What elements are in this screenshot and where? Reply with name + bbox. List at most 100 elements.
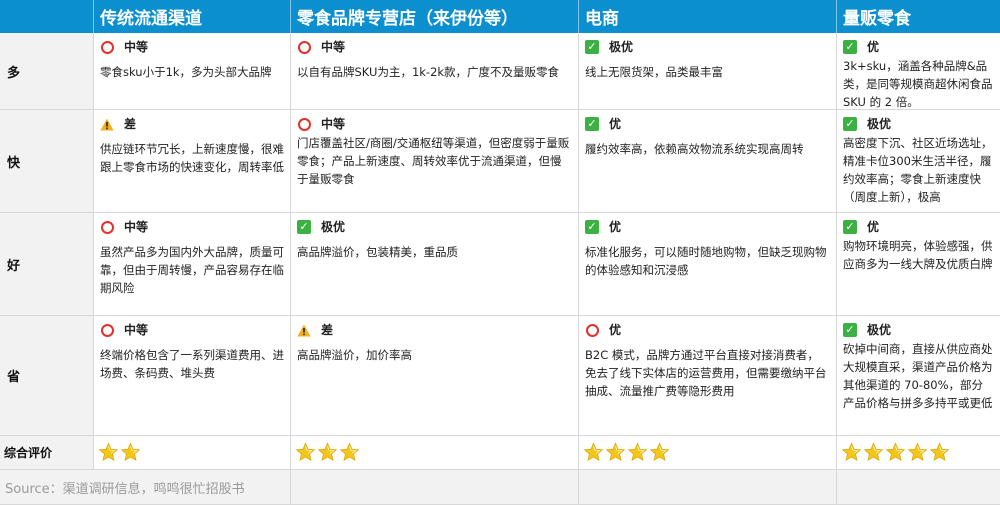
table-cell: ✓ 优履约效率高，依赖高效物流系统实现高周转 [579, 110, 837, 213]
table-cell: 差高品牌溢价，加价率高 [291, 316, 579, 436]
star-rating [837, 436, 1000, 470]
rating-label: 极优 [867, 117, 892, 131]
star-rating [291, 436, 579, 470]
rating: ✓ 极优 [297, 219, 572, 235]
table-cell: ✓ 优标准化服务，可以随时随地购物，但缺乏现购物的体验感知和沉浸感 [579, 213, 837, 316]
cell-description: 标准化服务，可以随时随地购物，但缺乏现购物的体验感知和沉浸感 [585, 245, 827, 277]
rating-label: 优 [609, 117, 622, 131]
rating: ✓ 优 [585, 116, 830, 132]
rating: 差 [100, 116, 284, 132]
check-mark-icon: ✓ [843, 40, 857, 54]
cell-description: 门店覆盖社区/商圈/交通枢纽等渠道，但密度弱于量贩零食；产品上新速度、周转效率优… [297, 136, 570, 186]
star-icon [339, 442, 360, 463]
star-icon [295, 442, 316, 463]
star-icon [885, 442, 906, 463]
rating-label: 优 [609, 220, 622, 234]
table-cell: ✓ 优 3k+sku，涵盖各种品牌&品类，是同等规模商超休闲食品 SKU 的 2 倍… [837, 33, 1000, 110]
warning-icon [297, 323, 311, 337]
rating-label: 中等 [124, 323, 149, 337]
rating-label: 极优 [867, 323, 892, 337]
rating-label: 优 [609, 323, 622, 337]
source-note: Source：渠道调研信息，鸣鸣很忙招股书 [0, 470, 291, 505]
table-cell: 中等虽然产品多为国内外大品牌，质量可靠，但由于周转慢，产品容易存在临期风险 [94, 213, 291, 316]
table-cell: ✓ 极优砍掉中间商，直接从供应商处大规模直采，渠道产品价格为其他渠道的 70-80… [837, 316, 1000, 436]
rating: ✓ 极优 [843, 116, 994, 132]
cell-description: 虽然产品多为国内外大品牌，质量可靠，但由于周转慢，产品容易存在临期风险 [100, 245, 284, 295]
star-icon [841, 442, 862, 463]
star-icon [907, 442, 928, 463]
check-mark-icon: ✓ [585, 220, 599, 234]
warning-icon [100, 117, 114, 131]
red-circle-icon [100, 220, 114, 234]
table-cell: 中等门店覆盖社区/商圈/交通枢纽等渠道，但密度弱于量贩零食；产品上新速度、周转效… [291, 110, 579, 213]
rating-label: 中等 [124, 220, 149, 234]
star-icon [929, 442, 950, 463]
cell-description: 供应链环节冗长，上新速度慢，很难跟上零食市场的快速变化，周转率低 [100, 142, 284, 174]
table-cell: ✓ 优购物环境明亮，体验感强，供应商多为一线大牌及优质白牌 [837, 213, 1000, 316]
rating: 中等 [100, 322, 284, 338]
rating: ✓ 极优 [585, 39, 830, 55]
check-mark-icon: ✓ [297, 220, 311, 234]
header-ecommerce: 电商 [579, 0, 837, 33]
rating-label: 极优 [321, 220, 346, 234]
red-circle-icon [297, 117, 311, 131]
cell-description: 线上无限货架，品类最丰富 [585, 65, 723, 79]
star-icon [98, 442, 119, 463]
rating-label: 极优 [609, 40, 634, 54]
table-cell: 差供应链环节冗长，上新速度慢，很难跟上零食市场的快速变化，周转率低 [94, 110, 291, 213]
star-rating [579, 436, 837, 470]
star-rating [94, 436, 291, 470]
rating-label: 差 [124, 117, 137, 131]
empty-cell [837, 470, 1000, 505]
cell-description: 3k+sku，涵盖各种品牌&品类，是同等规模商超休闲食品 SKU 的 2 倍。 [843, 59, 993, 109]
star-icon [317, 442, 338, 463]
check-mark-icon: ✓ [843, 323, 857, 337]
rating-label: 优 [867, 220, 880, 234]
rating: 差 [297, 322, 572, 338]
rating: ✓ 优 [843, 219, 994, 235]
rating: 中等 [297, 116, 572, 132]
empty-cell [291, 470, 579, 505]
check-mark-icon: ✓ [843, 117, 857, 131]
cell-description: 以自有品牌SKU为主，1k-2k款，广度不及量贩零食 [297, 65, 560, 79]
header-bulk-snack: 量贩零食 [837, 0, 1000, 33]
red-circle-icon [585, 323, 599, 337]
rating: 中等 [100, 39, 284, 55]
star-icon [649, 442, 670, 463]
cell-description: B2C 模式，品牌方通过平台直接对接消费者，免去了线下实体店的运营费用，但需要缴… [585, 348, 827, 398]
cell-description: 砍掉中间商，直接从供应商处大规模直采，渠道产品价格为其他渠道的 70-80%，部… [843, 342, 993, 410]
rating-label: 差 [321, 323, 334, 337]
header-traditional: 传统流通渠道 [94, 0, 291, 33]
cell-description: 购物环境明亮，体验感强，供应商多为一线大牌及优质白牌 [843, 239, 993, 271]
table-cell: 中等终端价格包含了一系列渠道费用、进场费、条码费、堆头费 [94, 316, 291, 436]
cell-description: 终端价格包含了一系列渠道费用、进场费、条码费、堆头费 [100, 348, 284, 380]
row-label: 好 [0, 213, 94, 316]
rating: ✓ 优 [843, 39, 994, 55]
rating-label: 优 [867, 40, 880, 54]
cell-description: 高品牌溢价，包装精美，重品质 [297, 245, 458, 259]
empty-cell [579, 470, 837, 505]
header-brand-store: 零食品牌专营店（来伊份等） [291, 0, 579, 33]
cell-description: 零食sku小于1k，多为头部大品牌 [100, 65, 272, 79]
rating: 中等 [297, 39, 572, 55]
header-corner [0, 0, 94, 33]
comparison-table: 传统流通渠道 零食品牌专营店（来伊份等） 电商 量贩零食 多中等 零食sku小于1… [0, 0, 1000, 505]
rating-label: 中等 [321, 117, 346, 131]
rating: ✓ 优 [585, 219, 830, 235]
row-label: 多 [0, 33, 94, 110]
row-label: 快 [0, 110, 94, 213]
star-icon [605, 442, 626, 463]
red-circle-icon [100, 40, 114, 54]
star-icon [120, 442, 141, 463]
summary-label: 综合评价 [0, 436, 94, 470]
table-cell: ✓ 极优线上无限货架，品类最丰富 [579, 33, 837, 110]
table-cell: 优 B2C 模式，品牌方通过平台直接对接消费者，免去了线下实体店的运营费用，但需要… [579, 316, 837, 436]
table-cell: 中等以自有品牌SKU为主，1k-2k款，广度不及量贩零食 [291, 33, 579, 110]
table-cell: ✓ 极优 高密度下沉、社区近场选址，精准卡位300米生活半径，履约效率高；零食上新速… [837, 110, 1000, 213]
rating-label: 中等 [124, 40, 149, 54]
table-cell: 中等零食sku小于1k，多为头部大品牌 [94, 33, 291, 110]
rating: 中等 [100, 219, 284, 235]
red-circle-icon [100, 323, 114, 337]
check-mark-icon: ✓ [585, 40, 599, 54]
red-circle-icon [297, 40, 311, 54]
